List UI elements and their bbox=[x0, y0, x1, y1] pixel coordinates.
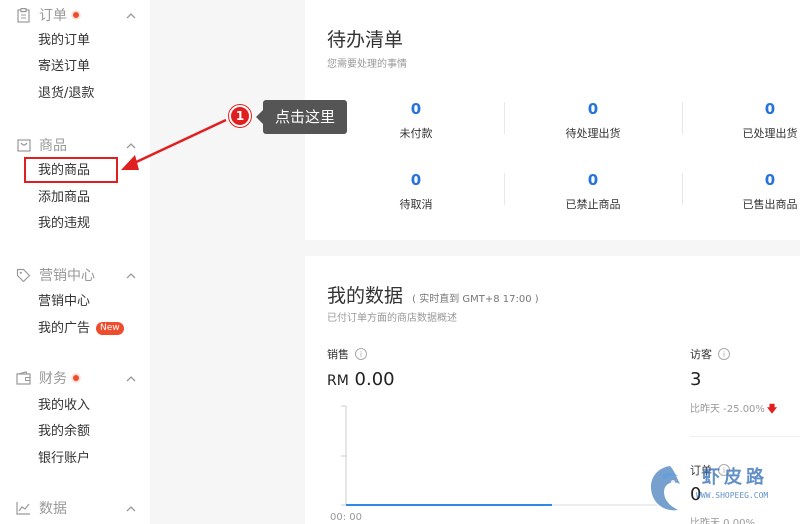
stat-sold-out[interactable]: 0 已售出商品 bbox=[695, 171, 800, 212]
todo-title: 待办清单 bbox=[327, 29, 404, 51]
data-subtitle: 已付订单方面的商店数据概述 bbox=[327, 313, 457, 324]
stat-label: 待处理出货 bbox=[565, 127, 621, 140]
watermark-url: WWW.SHOPEEG.COM bbox=[696, 491, 769, 500]
stat-label: 已处理出货 bbox=[742, 127, 798, 140]
sales-label: 销售 i bbox=[327, 346, 367, 362]
stat-value: 0 bbox=[410, 100, 422, 118]
stat-banned-products[interactable]: 0 已禁止商品 bbox=[518, 171, 668, 212]
watermark-logo: 虾皮路 WWW.SHOPEEG.COM bbox=[640, 455, 800, 524]
data-header: 我的数据 ( 实时直到 GMT+8 17:00 ) bbox=[327, 281, 539, 308]
stat-label: 未付款 bbox=[399, 127, 433, 140]
divider bbox=[682, 173, 683, 205]
sales-label-text: 销售 bbox=[327, 348, 349, 361]
stat-value: 0 bbox=[764, 171, 776, 189]
sales-value: RM 0.00 bbox=[327, 369, 395, 390]
stat-to-ship[interactable]: 0 待处理出货 bbox=[518, 100, 668, 141]
visitors-compare-text: 比昨天 -25.00% bbox=[690, 404, 765, 415]
stat-label: 已禁止商品 bbox=[565, 198, 621, 211]
instruction-tooltip: 点击这里 bbox=[256, 100, 347, 134]
data-title: 我的数据 bbox=[327, 285, 404, 307]
todo-subtitle: 您需要处理的事情 bbox=[327, 59, 407, 70]
chart-axis-label: 00: 00 bbox=[330, 512, 362, 523]
info-icon[interactable]: i bbox=[718, 348, 730, 360]
todo-card: 待办清单 您需要处理的事情 0 未付款 0 待处理出货 0 已处理出货 0 待取… bbox=[305, 0, 800, 240]
visitors-compare: 比昨天 -25.00% 🡇 bbox=[690, 400, 777, 419]
watermark-name: 虾皮路 bbox=[702, 467, 768, 488]
divider bbox=[690, 436, 800, 437]
info-icon[interactable]: i bbox=[355, 348, 367, 360]
step-number-badge: 1 bbox=[229, 105, 251, 127]
sales-chart bbox=[341, 405, 657, 506]
visitors-label-text: 访客 bbox=[690, 348, 712, 361]
stat-value: 0 bbox=[410, 171, 422, 189]
divider bbox=[682, 102, 683, 134]
stat-unpaid[interactable]: 0 未付款 bbox=[341, 100, 491, 141]
stat-label: 已售出商品 bbox=[742, 198, 798, 211]
visitors-label: 访客 i bbox=[690, 346, 730, 362]
visitors-value: 3 bbox=[690, 369, 702, 390]
stat-label: 待取消 bbox=[399, 198, 433, 211]
arrow-down-icon: 🡇 bbox=[766, 404, 778, 415]
stat-shipped[interactable]: 0 已处理出货 bbox=[695, 100, 800, 141]
realtime-note: ( 实时直到 GMT+8 17:00 ) bbox=[412, 294, 539, 305]
stat-value: 0 bbox=[587, 100, 599, 118]
stat-value: 0 bbox=[587, 171, 599, 189]
sales-amount: 0.00 bbox=[354, 369, 395, 390]
divider bbox=[504, 173, 505, 205]
dragon-logo-icon bbox=[650, 466, 680, 511]
currency: RM bbox=[327, 373, 349, 389]
stat-pending-cancel[interactable]: 0 待取消 bbox=[341, 171, 491, 212]
stat-value: 0 bbox=[764, 100, 776, 118]
divider bbox=[504, 102, 505, 134]
